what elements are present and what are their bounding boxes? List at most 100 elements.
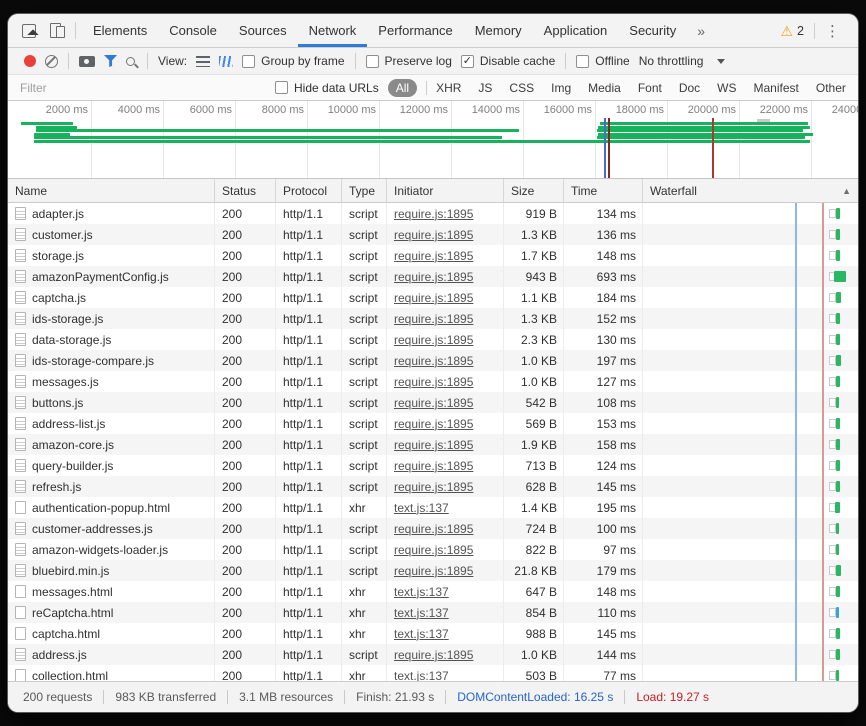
table-row[interactable]: ids-storage-compare.js 200 http/1.1 scri… xyxy=(8,350,858,371)
column-header-status[interactable]: Status xyxy=(215,179,276,202)
initiator-link[interactable]: require.js:1895 xyxy=(394,564,473,578)
screenshot-capture-icon[interactable] xyxy=(79,56,95,67)
initiator-link[interactable]: text.js:137 xyxy=(394,501,449,515)
initiator-link[interactable]: require.js:1895 xyxy=(394,333,473,347)
offline-checkbox[interactable]: Offline xyxy=(576,54,629,68)
initiator-link[interactable]: require.js:1895 xyxy=(394,375,473,389)
table-row[interactable]: buttons.js 200 http/1.1 script require.j… xyxy=(8,392,858,413)
table-row[interactable]: address.js 200 http/1.1 script require.j… xyxy=(8,644,858,665)
column-header-protocol[interactable]: Protocol xyxy=(276,179,342,202)
waterfall-bar xyxy=(836,418,840,429)
filter-type-all[interactable]: All xyxy=(388,79,417,97)
table-row[interactable]: storage.js 200 http/1.1 script require.j… xyxy=(8,245,858,266)
filter-type[interactable]: CSS xyxy=(509,81,534,95)
initiator-link[interactable]: text.js:137 xyxy=(394,606,449,620)
initiator-link[interactable]: require.js:1895 xyxy=(394,648,473,662)
initiator-link[interactable]: require.js:1895 xyxy=(394,270,473,284)
inspect-element-icon[interactable] xyxy=(22,24,36,38)
table-row[interactable]: messages.js 200 http/1.1 script require.… xyxy=(8,371,858,392)
preserve-log-checkbox[interactable]: Preserve log xyxy=(366,54,452,68)
initiator-link[interactable]: require.js:1895 xyxy=(394,522,473,536)
column-header-initiator[interactable]: Initiator xyxy=(387,179,504,202)
panel-tab[interactable]: Network xyxy=(298,14,368,47)
more-tabs-icon[interactable]: » xyxy=(687,14,715,47)
initiator-link[interactable]: require.js:1895 xyxy=(394,312,473,326)
filter-type[interactable]: Other xyxy=(816,81,846,95)
table-row[interactable]: customer.js 200 http/1.1 script require.… xyxy=(8,224,858,245)
table-row[interactable]: amazon-widgets-loader.js 200 http/1.1 sc… xyxy=(8,539,858,560)
overview-view-icon[interactable] xyxy=(219,56,233,67)
panel-tab[interactable]: Application xyxy=(533,14,619,47)
table-row[interactable]: ids-storage.js 200 http/1.1 script requi… xyxy=(8,308,858,329)
panel-tab[interactable]: Memory xyxy=(464,14,533,47)
table-row[interactable]: collection.html 200 http/1.1 xhr text.js… xyxy=(8,665,858,681)
filter-input[interactable] xyxy=(16,79,266,97)
initiator-link[interactable]: require.js:1895 xyxy=(394,354,473,368)
kebab-menu-icon[interactable]: ⋮ xyxy=(817,22,848,40)
group-by-frame-checkbox[interactable]: Group by frame xyxy=(242,54,344,68)
column-header-waterfall[interactable]: Waterfall xyxy=(643,179,858,202)
throttling-dropdown[interactable]: No throttling xyxy=(639,54,726,68)
initiator-link[interactable]: require.js:1895 xyxy=(394,417,473,431)
column-header-size[interactable]: Size xyxy=(504,179,564,202)
column-header-time[interactable]: Time xyxy=(564,179,643,202)
initiator-link[interactable]: text.js:137 xyxy=(394,585,449,599)
table-row[interactable]: authentication-popup.html 200 http/1.1 x… xyxy=(8,497,858,518)
initiator-link[interactable]: require.js:1895 xyxy=(394,207,473,221)
column-header-name[interactable]: Name xyxy=(8,179,215,202)
initiator-link[interactable]: text.js:137 xyxy=(394,669,449,682)
search-icon[interactable] xyxy=(126,57,135,66)
initiator-link[interactable]: require.js:1895 xyxy=(394,291,473,305)
table-row[interactable]: address-list.js 200 http/1.1 script requ… xyxy=(8,413,858,434)
filter-type[interactable]: Manifest xyxy=(754,81,799,95)
table-row[interactable]: query-builder.js 200 http/1.1 script req… xyxy=(8,455,858,476)
panel-tab[interactable]: Sources xyxy=(228,14,298,47)
table-row[interactable]: amazon-core.js 200 http/1.1 script requi… xyxy=(8,434,858,455)
filter-type[interactable]: Doc xyxy=(679,81,700,95)
panel-tab[interactable]: Performance xyxy=(367,14,463,47)
table-row[interactable]: captcha.js 200 http/1.1 script require.j… xyxy=(8,287,858,308)
filter-type[interactable]: Font xyxy=(638,81,662,95)
device-toolbar-icon[interactable] xyxy=(50,23,65,38)
checkbox[interactable] xyxy=(242,55,255,68)
checkbox[interactable] xyxy=(366,55,379,68)
initiator-link[interactable]: require.js:1895 xyxy=(394,438,473,452)
panel-tab[interactable]: Elements xyxy=(82,14,158,47)
cell-type: script xyxy=(342,350,387,371)
filter-type[interactable]: JS xyxy=(478,81,492,95)
hide-data-urls-checkbox[interactable]: Hide data URLs xyxy=(275,81,379,95)
table-row[interactable]: messages.html 200 http/1.1 xhr text.js:1… xyxy=(8,581,858,602)
network-overview[interactable]: 2000 ms 4000 ms 6000 ms 8000 ms 10000 ms xyxy=(8,101,858,179)
disable-cache-checkbox[interactable]: Disable cache xyxy=(461,54,555,68)
filter-type[interactable]: XHR xyxy=(436,81,461,95)
panel-tab[interactable]: Console xyxy=(158,14,228,47)
filter-icon[interactable] xyxy=(104,55,117,67)
table-row[interactable]: reCaptcha.html 200 http/1.1 xhr text.js:… xyxy=(8,602,858,623)
column-header-type[interactable]: Type xyxy=(342,179,387,202)
table-row[interactable]: bluebird.min.js 200 http/1.1 script requ… xyxy=(8,560,858,581)
clear-icon[interactable] xyxy=(45,55,58,68)
record-button[interactable] xyxy=(24,55,36,67)
table-row[interactable]: refresh.js 200 http/1.1 script require.j… xyxy=(8,476,858,497)
initiator-link[interactable]: require.js:1895 xyxy=(394,543,473,557)
initiator-link[interactable]: require.js:1895 xyxy=(394,459,473,473)
initiator-link[interactable]: require.js:1895 xyxy=(394,228,473,242)
request-rows-view-icon[interactable] xyxy=(196,56,210,67)
initiator-link[interactable]: require.js:1895 xyxy=(394,396,473,410)
initiator-link[interactable]: require.js:1895 xyxy=(394,480,473,494)
filter-type[interactable]: Img xyxy=(551,81,571,95)
initiator-link[interactable]: require.js:1895 xyxy=(394,249,473,263)
table-row[interactable]: amazonPaymentConfig.js 200 http/1.1 scri… xyxy=(8,266,858,287)
filter-type[interactable]: Media xyxy=(588,81,621,95)
panel-tab[interactable]: Security xyxy=(618,14,687,47)
checkbox[interactable] xyxy=(576,55,589,68)
table-row[interactable]: customer-addresses.js 200 http/1.1 scrip… xyxy=(8,518,858,539)
checkbox[interactable] xyxy=(275,81,288,94)
table-row[interactable]: captcha.html 200 http/1.1 xhr text.js:13… xyxy=(8,623,858,644)
checkbox[interactable] xyxy=(461,55,474,68)
console-warning-badge[interactable]: ⚠ 2 xyxy=(772,24,812,38)
filter-type[interactable]: WS xyxy=(717,81,736,95)
initiator-link[interactable]: text.js:137 xyxy=(394,627,449,641)
table-row[interactable]: data-storage.js 200 http/1.1 script requ… xyxy=(8,329,858,350)
table-row[interactable]: adapter.js 200 http/1.1 script require.j… xyxy=(8,203,858,224)
